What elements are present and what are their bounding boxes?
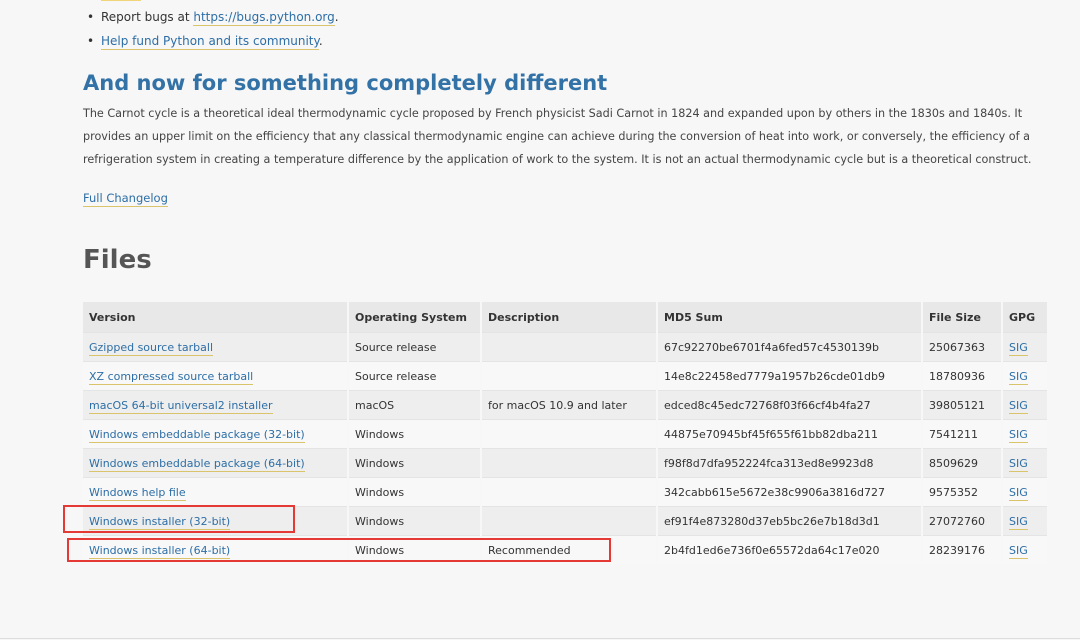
sig-link[interactable]: SIG: [1009, 369, 1028, 385]
description-cell: [481, 419, 658, 449]
os-cell: Windows: [348, 506, 482, 536]
file-link[interactable]: Windows installer (32-bit): [89, 514, 231, 530]
os-cell: Windows: [348, 419, 482, 449]
fund-python-link[interactable]: Help fund Python and its community: [101, 34, 319, 50]
sig-link[interactable]: SIG: [1009, 340, 1028, 356]
sig-link[interactable]: SIG: [1009, 543, 1028, 559]
list-item: Help fund Python and its community.: [87, 29, 983, 53]
header-os: Operating System: [348, 302, 482, 333]
file-link[interactable]: Windows installer (64-bit): [89, 543, 231, 559]
size-cell: 9575352: [922, 477, 1003, 507]
size-cell: 25067363: [922, 332, 1003, 362]
full-changelog-link[interactable]: Full Changelog: [83, 191, 168, 207]
carnot-paragraph: The Carnot cycle is a theoretical ideal …: [83, 107, 1032, 166]
md5-cell: ef91f4e873280d37eb5bc26e7b18d3d1: [657, 506, 923, 536]
os-cell: Source release: [348, 361, 482, 391]
os-cell: Windows: [348, 535, 482, 564]
header-description: Description: [481, 302, 658, 333]
description-cell: [481, 477, 658, 507]
sig-link[interactable]: SIG: [1009, 427, 1028, 443]
table-row: Windows help file Windows 342cabb615e567…: [83, 477, 1049, 507]
os-cell: Windows: [348, 477, 482, 507]
description-cell: [481, 448, 658, 478]
md5-cell: 44875e70945bf45f655f61bb82dba211: [657, 419, 923, 449]
top-highlight-bar: [101, 0, 141, 1]
sig-link[interactable]: SIG: [1009, 485, 1028, 501]
table-row: Windows installer (32-bit) Windows ef91f…: [83, 506, 1049, 536]
bullet-suffix: .: [334, 10, 339, 24]
bullet-text: Report bugs at: [101, 10, 194, 24]
bugs-link[interactable]: https://bugs.python.org: [193, 10, 335, 26]
table-row: macOS 64-bit universal2 installer macOS …: [83, 390, 1049, 420]
description-cell: [481, 361, 658, 391]
table-row: Windows embeddable package (32-bit) Wind…: [83, 419, 1049, 449]
md5-cell: 67c92270be6701f4a6fed57c4530139b: [657, 332, 923, 362]
file-link[interactable]: macOS 64-bit universal2 installer: [89, 398, 273, 414]
md5-cell: 342cabb615e5672e38c9906a3816d727: [657, 477, 923, 507]
header-md5: MD5 Sum: [657, 302, 923, 333]
file-link[interactable]: XZ compressed source tarball: [89, 369, 254, 385]
top-bullet-list: Report bugs at https://bugs.python.org. …: [83, 0, 983, 53]
md5-cell: edced8c45edc72768f03f66cf4b4fa27: [657, 390, 923, 420]
md5-cell: 14e8c22458ed7779a1957b26cde01db9: [657, 361, 923, 391]
description-cell: for macOS 10.9 and later: [481, 390, 658, 420]
file-link[interactable]: Windows embeddable package (64-bit): [89, 456, 305, 472]
header-gpg: GPG: [1002, 302, 1049, 333]
size-cell: 39805121: [922, 390, 1003, 420]
description-cell: [481, 506, 658, 536]
list-item: Report bugs at https://bugs.python.org.: [87, 5, 983, 29]
section-title: And now for something completely differe…: [83, 71, 608, 95]
description-cell: Recommended: [481, 535, 658, 564]
size-cell: 8509629: [922, 448, 1003, 478]
table-row: Windows installer (64-bit) Windows Recom…: [83, 535, 1049, 564]
os-cell: macOS: [348, 390, 482, 420]
files-table: Version Operating System Description MD5…: [83, 302, 1049, 564]
size-cell: 7541211: [922, 419, 1003, 449]
file-link[interactable]: Gzipped source tarball: [89, 340, 214, 356]
table-header-row: Version Operating System Description MD5…: [83, 302, 1049, 333]
table-row: XZ compressed source tarball Source rele…: [83, 361, 1049, 391]
md5-cell: f98f8d7dfa952224fca313ed8e9923d8: [657, 448, 923, 478]
table-row: Windows embeddable package (64-bit) Wind…: [83, 448, 1049, 478]
table-row: Gzipped source tarball Source release 67…: [83, 332, 1049, 362]
md5-cell: 2b4fd1ed6e736f0e65572da64c17e020: [657, 535, 923, 564]
size-cell: 27072760: [922, 506, 1003, 536]
size-cell: 18780936: [922, 361, 1003, 391]
sig-link[interactable]: SIG: [1009, 514, 1028, 530]
page-bottom-divider: [0, 638, 1080, 639]
size-cell: 28239176: [922, 535, 1003, 564]
file-link[interactable]: Windows embeddable package (32-bit): [89, 427, 305, 443]
sig-link[interactable]: SIG: [1009, 398, 1028, 414]
description-cell: [481, 332, 658, 362]
os-cell: Windows: [348, 448, 482, 478]
bullet-suffix: .: [318, 34, 323, 48]
file-link[interactable]: Windows help file: [89, 485, 186, 501]
header-version: Version: [83, 302, 349, 333]
sig-link[interactable]: SIG: [1009, 456, 1028, 472]
header-file-size: File Size: [922, 302, 1003, 333]
os-cell: Source release: [348, 332, 482, 362]
files-title: Files: [83, 245, 152, 275]
